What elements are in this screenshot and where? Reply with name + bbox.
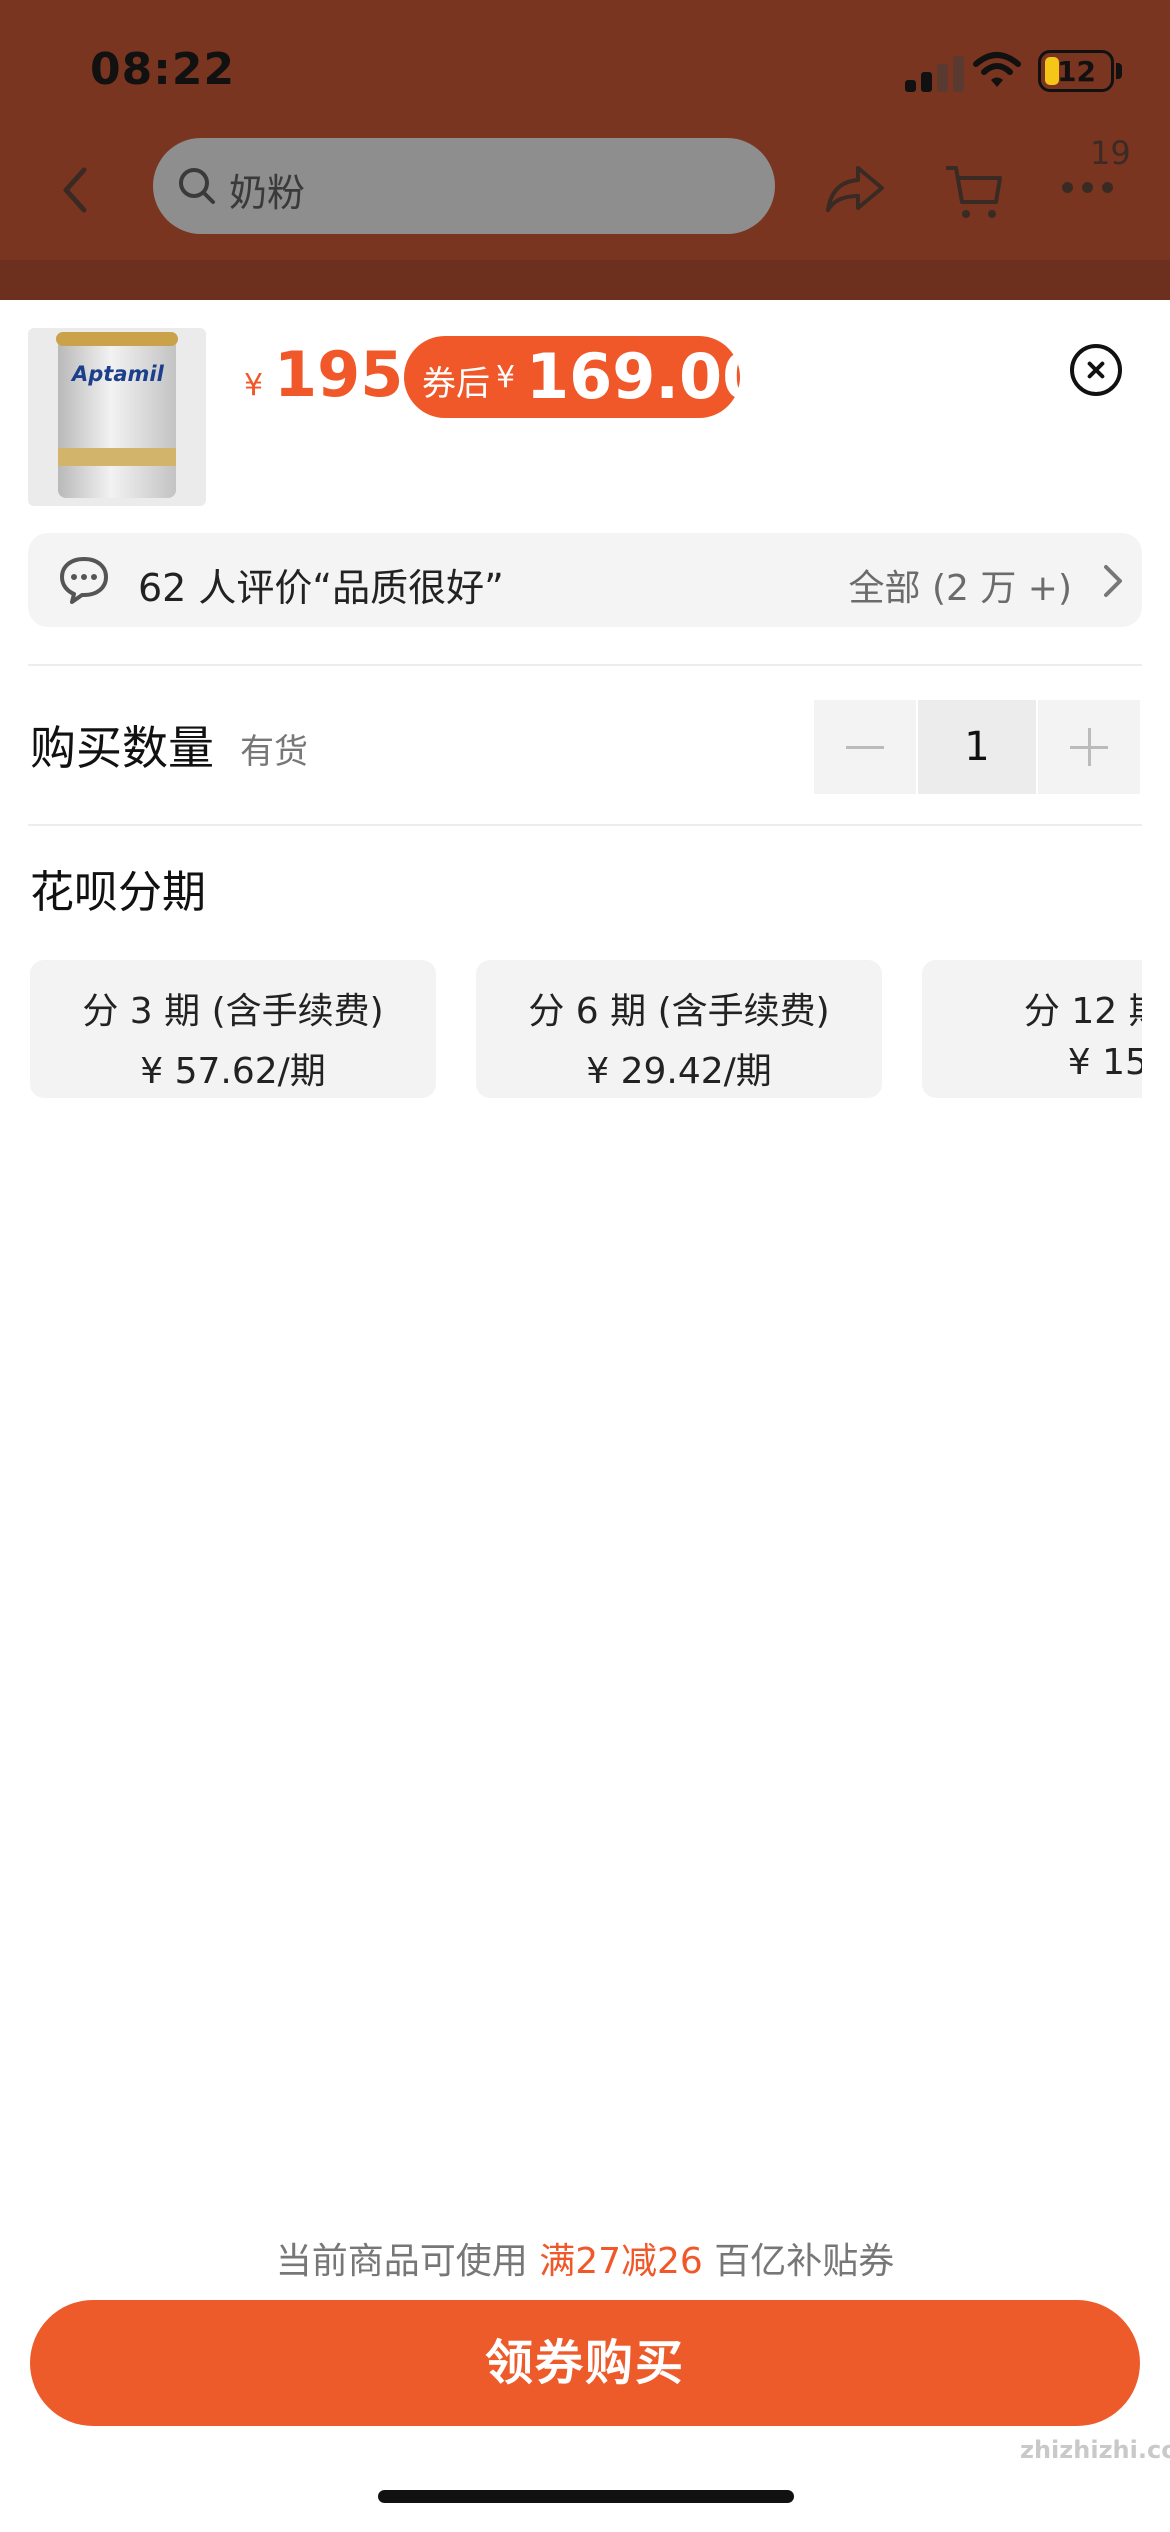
close-icon[interactable] — [1070, 344, 1122, 396]
divider — [28, 664, 1142, 666]
product-thumbnail[interactable]: Aptamil — [28, 328, 206, 506]
wifi-icon — [973, 52, 1021, 87]
installment-section-title: 花呗分期 — [30, 867, 206, 918]
purchase-sheet: Aptamil ¥ 195 券后 ¥ 169.00 62 人评价“品质很好” 全… — [0, 300, 1170, 2532]
installment-plans: 分 3 期 (含手续费) ¥ 57.62/期 分 6 期 (含手续费) ¥ 29… — [30, 960, 1142, 1100]
stock-status: 有货 — [240, 732, 308, 772]
plan-title: 分 12 期 (含 — [1023, 991, 1142, 1032]
share-icon[interactable] — [822, 162, 886, 218]
more-icon[interactable] — [1062, 178, 1122, 197]
product-price: 195 — [274, 338, 404, 411]
battery-level: 12 — [1057, 55, 1096, 88]
coupon-note-highlight: 满27减26 — [539, 2241, 703, 2282]
plan-amount: ¥ 57.62/期 — [140, 1051, 326, 1092]
tabs-strip — [0, 260, 1170, 300]
battery-icon: 12 — [1038, 50, 1114, 92]
all-reviews-link[interactable]: 全部 (2 万 +) — [849, 559, 1073, 611]
quantity-label: 购买数量 — [30, 721, 214, 775]
chevron-right-icon — [1104, 565, 1122, 597]
plan-amount: ¥ 15.1 — [1067, 1042, 1142, 1083]
claim-coupon-buy-button[interactable]: 领券购买 — [30, 2300, 1140, 2426]
plan-amount: ¥ 29.42/期 — [586, 1051, 772, 1092]
milk-can-image: Aptamil — [56, 332, 178, 498]
home-indicator — [378, 2490, 794, 2503]
coupon-currency: ¥ — [496, 360, 516, 395]
coupon-label: 券后 — [422, 364, 490, 404]
coupon-price: 169.00 — [526, 340, 766, 413]
dimmed-page-header: 08:22 12 奶粉 19 — [0, 0, 1170, 300]
search-input[interactable]: 奶粉 — [153, 138, 775, 234]
installment-plan-3[interactable]: 分 3 期 (含手续费) ¥ 57.62/期 — [30, 960, 436, 1098]
divider — [28, 824, 1142, 826]
quantity-decrease-button[interactable] — [814, 700, 916, 794]
signal-icon — [905, 56, 975, 92]
watermark: zhizhizhi.com — [1020, 2436, 1170, 2464]
status-time: 08:22 — [90, 44, 236, 95]
cart-icon[interactable] — [942, 160, 1006, 224]
search-icon — [179, 168, 215, 204]
coupon-note-suffix: 百亿补贴券 — [714, 2241, 895, 2282]
plan-title: 分 6 期 (含手续费) — [528, 991, 830, 1032]
product-brand-logo: Aptamil — [72, 362, 164, 386]
installment-plan-12[interactable]: 分 12 期 (含 ¥ 15.1 — [922, 960, 1142, 1098]
coupon-note-prefix: 当前商品可使用 — [275, 2241, 528, 2282]
coupon-price-badge: 券后 ¥ 169.00 — [404, 336, 765, 418]
installment-plan-6[interactable]: 分 6 期 (含手续费) ¥ 29.42/期 — [476, 960, 882, 1098]
review-summary-bar[interactable]: 62 人评价“品质很好” 全部 (2 万 +) — [28, 533, 1142, 627]
quantity-value[interactable]: 1 — [918, 700, 1036, 794]
back-arrow-icon[interactable] — [50, 160, 100, 220]
message-count-badge: 19 — [1090, 134, 1131, 172]
review-summary-text: 62 人评价“品质很好” — [138, 566, 504, 610]
price-currency: ¥ — [244, 368, 264, 403]
chat-bubble-icon — [60, 557, 108, 604]
search-query: 奶粉 — [229, 171, 306, 215]
quantity-increase-button[interactable] — [1038, 700, 1140, 794]
plan-title: 分 3 期 (含手续费) — [82, 991, 384, 1032]
coupon-availability-note: 当前商品可使用 满27减26 百亿补贴券 — [0, 2232, 1170, 2284]
